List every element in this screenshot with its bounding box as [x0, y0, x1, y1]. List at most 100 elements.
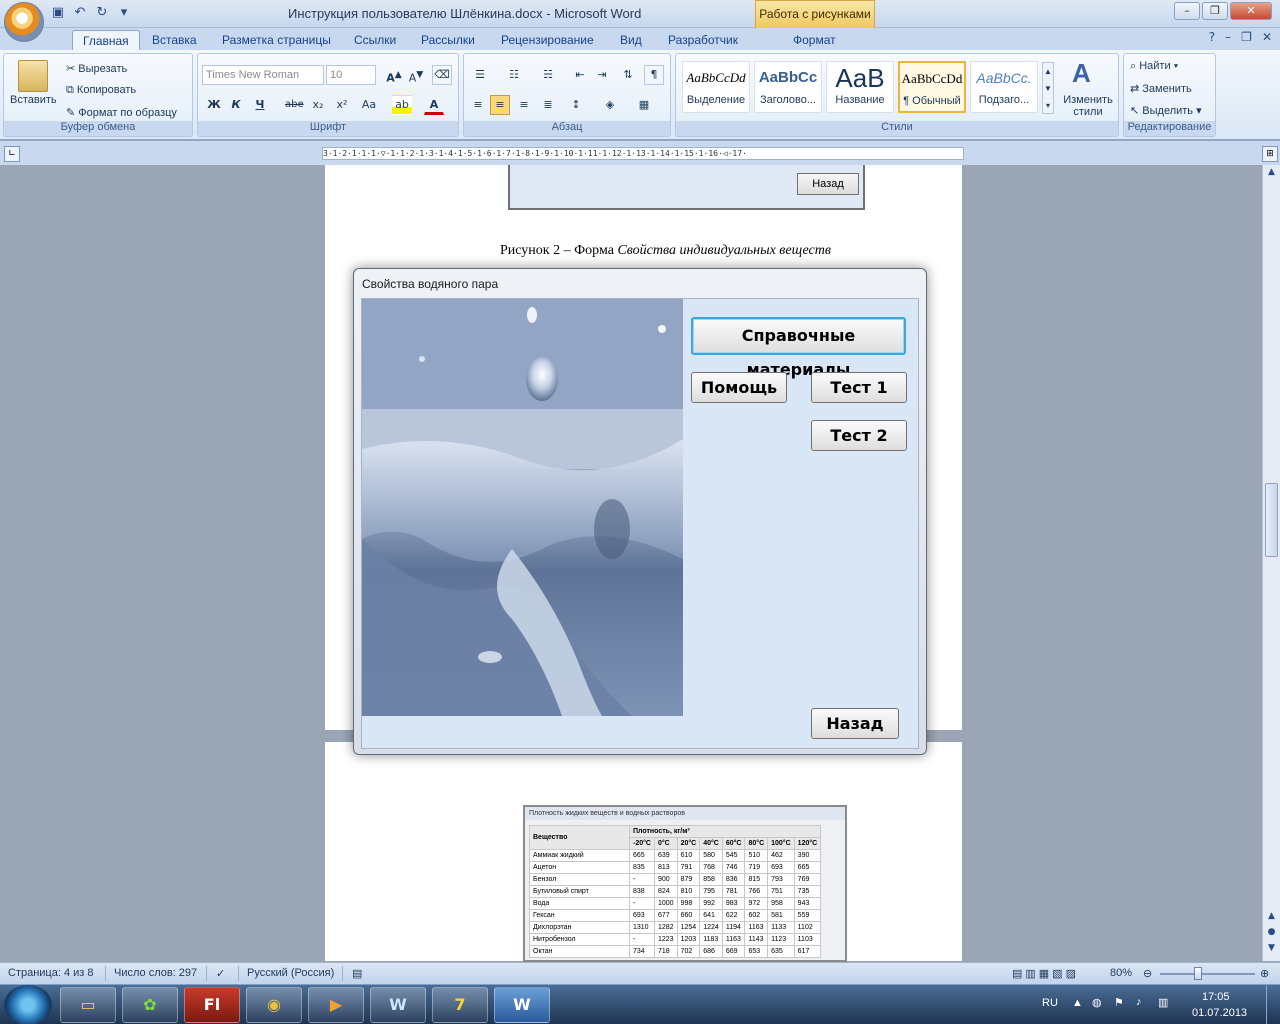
- help-icon[interactable]: ?: [1209, 30, 1215, 44]
- tray-flag-icon[interactable]: ⚑: [1114, 996, 1124, 1009]
- help-button[interactable]: Помощь: [691, 372, 787, 403]
- zoom-slider-knob[interactable]: [1194, 967, 1202, 980]
- numbering-icon[interactable]: ☷: [504, 65, 524, 85]
- align-left-icon[interactable]: ≡: [468, 95, 488, 115]
- align-center-icon[interactable]: ≡: [490, 95, 510, 115]
- tray-expand-icon[interactable]: ▲: [1072, 997, 1083, 1009]
- macro-record-icon[interactable]: ▤: [352, 967, 362, 980]
- paste-button[interactable]: Вставить: [10, 94, 57, 106]
- minimize-button[interactable]: –: [1174, 2, 1200, 20]
- clear-format-icon[interactable]: ⌫: [432, 65, 452, 85]
- scroll-thumb[interactable]: [1265, 483, 1278, 557]
- select-browse-object-icon[interactable]: ●: [1265, 927, 1278, 941]
- tray-app-icon[interactable]: ◍: [1092, 996, 1102, 1009]
- replace-button[interactable]: ⇄ Заменить: [1130, 82, 1192, 95]
- chrome-icon[interactable]: ◉: [246, 987, 302, 1023]
- cut-button[interactable]: ✂ Вырезать: [66, 62, 127, 75]
- zoom-slider[interactable]: [1160, 973, 1255, 975]
- style-subtitle[interactable]: AaBbCc. Подзаго...: [970, 61, 1038, 113]
- view-buttons[interactable]: ▤▥▦▧▨: [1012, 967, 1079, 980]
- font-name-select[interactable]: Times New Roman: [202, 65, 324, 85]
- copy-button[interactable]: ⧉ Копировать: [66, 84, 136, 97]
- scroll-prev-page-icon[interactable]: ▲: [1265, 911, 1278, 925]
- styles-scroll[interactable]: ▲ ▼ ▾: [1042, 62, 1054, 114]
- ribbon-restore-icon[interactable]: ❐: [1241, 30, 1252, 44]
- tab-view[interactable]: Вид: [610, 30, 652, 50]
- find-button[interactable]: ⌕ Найти ▾: [1130, 60, 1178, 73]
- tab-page-layout[interactable]: Разметка страницы: [212, 30, 341, 50]
- bullets-icon[interactable]: ☰: [470, 65, 490, 85]
- multilevel-list-icon[interactable]: ☵: [538, 65, 558, 85]
- style-normal[interactable]: AaBbCcDd ¶ Обычный: [898, 61, 966, 113]
- proofing-icon[interactable]: ✓: [216, 967, 225, 980]
- tab-review[interactable]: Рецензирование: [491, 30, 604, 50]
- explorer-icon[interactable]: ▭: [60, 987, 116, 1023]
- select-button[interactable]: ↖ Выделить ▾: [1130, 104, 1202, 117]
- decrease-indent-icon[interactable]: ⇤: [570, 65, 590, 85]
- show-marks-icon[interactable]: ¶: [644, 65, 664, 85]
- style-heading[interactable]: AaBbCc Заголово...: [754, 61, 822, 113]
- undo-icon[interactable]: ↶: [72, 5, 88, 21]
- save-icon[interactable]: ▣: [50, 5, 66, 21]
- tab-home[interactable]: Главная: [72, 30, 140, 50]
- change-styles-icon[interactable]: A: [1072, 58, 1091, 89]
- tab-insert[interactable]: Вставка: [142, 30, 207, 50]
- sort-icon[interactable]: ⇅: [618, 65, 638, 85]
- word-app-icon[interactable]: W: [494, 987, 550, 1023]
- reference-materials-button[interactable]: Справочные материалы: [691, 317, 906, 379]
- shading-icon[interactable]: ◈: [600, 95, 620, 115]
- increase-indent-icon[interactable]: ⇥: [592, 65, 612, 85]
- language-bar[interactable]: RU: [1042, 997, 1058, 1009]
- scroll-up-icon[interactable]: ▲: [1265, 167, 1278, 181]
- bold-button[interactable]: Ж: [204, 95, 224, 115]
- clock-date[interactable]: 01.07.2013: [1192, 1007, 1247, 1019]
- change-case-button[interactable]: Aa: [356, 95, 382, 115]
- zoom-out-icon[interactable]: ⊖: [1143, 967, 1152, 980]
- font-size-select[interactable]: 10: [326, 65, 376, 85]
- highlight-icon[interactable]: ab: [392, 95, 412, 115]
- tab-selector[interactable]: ∟: [4, 146, 20, 162]
- italic-button[interactable]: К: [226, 95, 246, 115]
- underline-button[interactable]: Ч: [250, 95, 270, 115]
- network-icon[interactable]: ▥: [1158, 996, 1168, 1009]
- customize-qat-icon[interactable]: ▾: [116, 5, 132, 21]
- office-button[interactable]: [4, 2, 44, 42]
- ribbon-close-icon[interactable]: ✕: [1262, 30, 1272, 44]
- redo-icon[interactable]: ↻: [94, 5, 110, 21]
- test-2-button[interactable]: Тест 2: [811, 420, 907, 451]
- back-button[interactable]: Назад: [811, 708, 899, 739]
- format-painter-button[interactable]: ✎ Формат по образцу: [66, 106, 177, 119]
- vertical-scrollbar[interactable]: ▲ ▲ ● ▼: [1262, 165, 1280, 961]
- superscript-button[interactable]: x²: [332, 95, 352, 115]
- media-player-icon[interactable]: ▶: [308, 987, 364, 1023]
- style-emphasis[interactable]: AaBbCcDd Выделение: [682, 61, 750, 113]
- zoom-in-icon[interactable]: ⊕: [1260, 967, 1269, 980]
- tab-references[interactable]: Ссылки: [344, 30, 406, 50]
- horizontal-ruler[interactable]: 3·1·2·1·1·1·▽·1·1·2·1·3·1·4·1·5·1·6·1·7·…: [322, 147, 964, 160]
- test-1-button[interactable]: Тест 1: [811, 372, 907, 403]
- icq-icon[interactable]: ✿: [122, 987, 178, 1023]
- view-ruler-toggle[interactable]: ⊞: [1262, 146, 1278, 162]
- clock-time[interactable]: 17:05: [1202, 991, 1230, 1003]
- subscript-button[interactable]: x₂: [308, 95, 328, 115]
- shrink-font-icon[interactable]: A▼: [406, 65, 426, 85]
- font-color-icon[interactable]: A: [424, 95, 444, 115]
- maximize-button[interactable]: ❐: [1202, 2, 1228, 20]
- show-desktop-button[interactable]: [1266, 985, 1280, 1024]
- word-count[interactable]: Число слов: 297: [114, 967, 197, 979]
- justify-icon[interactable]: ≣: [538, 95, 558, 115]
- page-count[interactable]: Страница: 4 из 8: [8, 967, 94, 979]
- grow-font-icon[interactable]: A▲: [384, 65, 404, 85]
- change-styles-button[interactable]: Изменить стили: [1060, 94, 1116, 118]
- word-doc-icon[interactable]: W: [370, 987, 426, 1023]
- close-button[interactable]: ✕: [1230, 2, 1272, 20]
- tab-developer[interactable]: Разработчик: [658, 30, 748, 50]
- language-indicator[interactable]: Русский (Россия): [247, 967, 334, 979]
- seven-icon[interactable]: 7: [432, 987, 488, 1023]
- volume-icon[interactable]: ♪: [1136, 996, 1142, 1008]
- scroll-next-page-icon[interactable]: ▼: [1265, 943, 1278, 957]
- tab-mailings[interactable]: Рассылки: [411, 30, 485, 50]
- ribbon-minimize-icon[interactable]: –: [1225, 30, 1231, 44]
- strikethrough-button[interactable]: abe: [284, 95, 304, 115]
- start-button[interactable]: [4, 985, 52, 1024]
